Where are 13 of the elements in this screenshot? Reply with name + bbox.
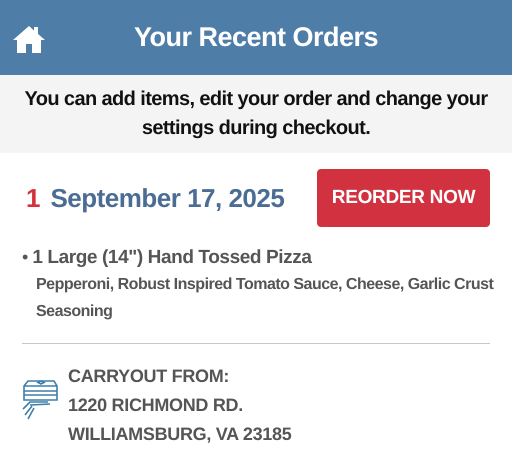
order-number: 1 — [26, 182, 40, 214]
page-title: Your Recent Orders — [134, 22, 378, 53]
order-date: September 17, 2025 — [50, 182, 284, 214]
pizza-box-hand-icon — [22, 378, 58, 422]
item-name: 1 Large (14") Hand Tossed Pizza — [32, 247, 312, 269]
bullet: • — [22, 247, 28, 268]
address-line: WILLIAMSBURG, VA 23185 — [68, 424, 292, 445]
item-details: Pepperoni, Robust Inspired Tomato Sauce, Cheese, Garlic Crust Seasoning — [36, 275, 495, 322]
home-icon[interactable] — [12, 24, 46, 54]
address-line: 1220 RICHMOND RD. — [68, 395, 244, 416]
notice-text: You can add items, edit your order and change your settings during checkout. — [23, 87, 489, 141]
reorder-button[interactable]: REORDER NOW — [317, 169, 490, 227]
fulfillment-label: CARRYOUT FROM: — [68, 366, 230, 387]
